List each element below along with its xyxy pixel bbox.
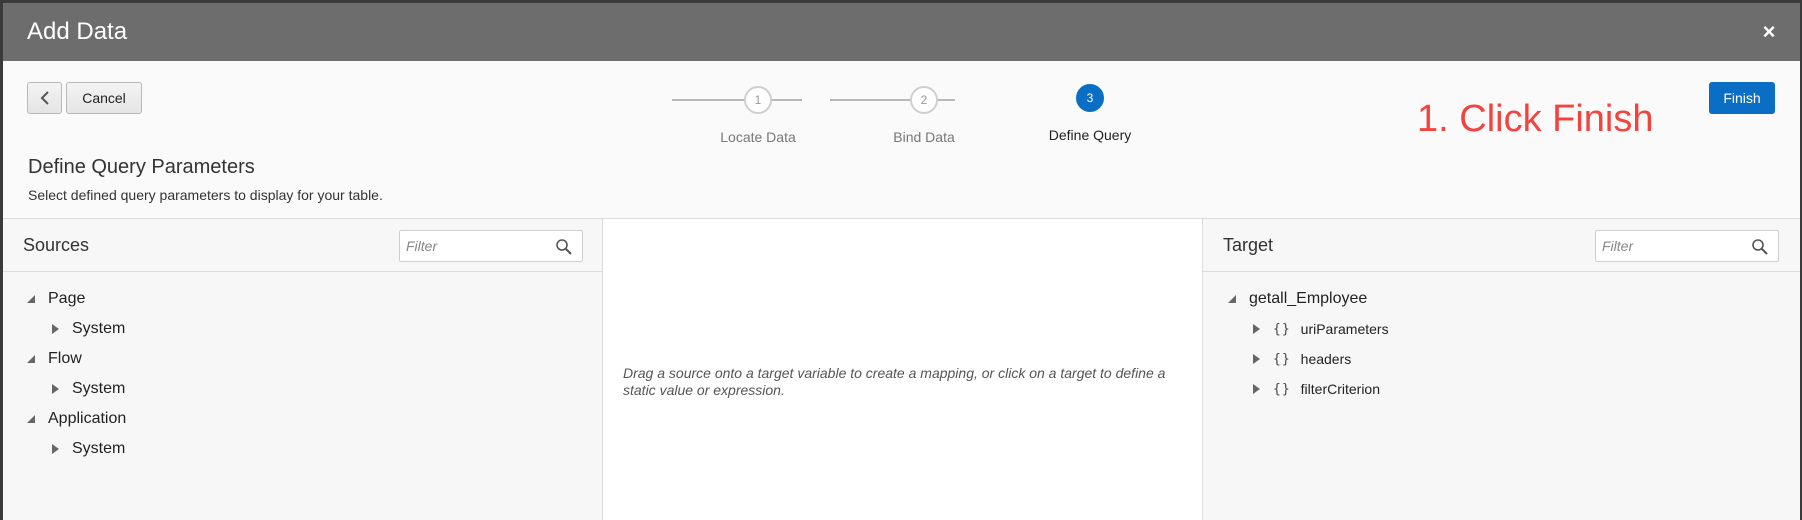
sources-header: Sources: [3, 219, 602, 272]
tree-node-label: headers: [1300, 351, 1352, 367]
annotation-callout: 1. Click Finish: [1417, 98, 1654, 140]
expanded-triangle-icon[interactable]: [26, 414, 36, 424]
section-header: Define Query Parameters Select defined q…: [28, 156, 383, 203]
target-filter: [1595, 230, 1779, 262]
tree-node-label: System: [72, 380, 126, 397]
tree-node-flow-system[interactable]: System: [3, 374, 602, 404]
collapsed-triangle-icon[interactable]: [1251, 324, 1261, 334]
tree-node-label: System: [72, 320, 126, 337]
mapping-canvas[interactable]: Drag a source onto a target variable to …: [603, 219, 1203, 520]
train-connector: [672, 99, 802, 101]
target-panel: Target getall_Employee {} uriParameters: [1203, 219, 1800, 520]
tree-node-uri-parameters[interactable]: {} uriParameters: [1203, 314, 1800, 344]
object-braces-icon: {}: [1273, 351, 1291, 367]
tree-node-flow[interactable]: Flow: [3, 344, 602, 374]
chevron-left-icon: [40, 91, 49, 105]
wizard-toolbar: Cancel 1 2 3 Locate Data Bind Data Defin…: [3, 61, 1800, 156]
tree-node-page[interactable]: Page: [3, 284, 602, 314]
cancel-button[interactable]: Cancel: [66, 82, 142, 114]
sources-tree: Page System Flow System Application Syst…: [3, 272, 602, 464]
tree-node-label: Application: [48, 410, 127, 427]
search-icon[interactable]: [1751, 238, 1769, 256]
target-filter-input[interactable]: [1602, 238, 1742, 254]
tree-node-label: filterCriterion: [1300, 381, 1381, 397]
tree-node-application-system[interactable]: System: [3, 434, 602, 464]
sources-panel: Sources Page System Flow: [3, 219, 603, 520]
train-stop-define-query[interactable]: 3: [1076, 84, 1104, 112]
collapsed-triangle-icon[interactable]: [1251, 384, 1261, 394]
target-tree: getall_Employee {} uriParameters {} head…: [1203, 272, 1800, 404]
tree-node-label: uriParameters: [1300, 321, 1389, 337]
tree-node-label: getall_Employee: [1249, 290, 1368, 307]
close-icon[interactable]: ×: [1760, 21, 1778, 43]
sources-filter: [399, 230, 583, 262]
back-button[interactable]: [27, 82, 62, 114]
sources-title: Sources: [23, 235, 90, 255]
dialog-titlebar: Add Data ×: [3, 3, 1800, 61]
train-label-define-query[interactable]: Define Query: [1049, 127, 1131, 143]
train-label-locate-data[interactable]: Locate Data: [720, 129, 796, 145]
dialog-title: Add Data: [27, 18, 128, 45]
finish-button[interactable]: Finish: [1709, 82, 1775, 114]
train-stop-bind-data[interactable]: 2: [910, 86, 938, 114]
tree-node-label: System: [72, 440, 126, 457]
tree-node-getall-employee[interactable]: getall_Employee: [1203, 284, 1800, 314]
tree-node-label: Page: [48, 290, 86, 307]
section-title: Define Query Parameters: [28, 156, 255, 178]
search-icon[interactable]: [555, 238, 573, 256]
expanded-triangle-icon[interactable]: [26, 294, 36, 304]
expanded-triangle-icon[interactable]: [1227, 294, 1237, 304]
train-stop-locate-data[interactable]: 1: [744, 86, 772, 114]
collapsed-triangle-icon[interactable]: [50, 324, 60, 334]
collapsed-triangle-icon[interactable]: [50, 384, 60, 394]
collapsed-triangle-icon[interactable]: [1251, 354, 1261, 364]
object-braces-icon: {}: [1273, 381, 1291, 397]
tree-node-application[interactable]: Application: [3, 404, 602, 434]
target-header: Target: [1203, 219, 1800, 272]
target-title: Target: [1223, 235, 1274, 255]
mapping-hint: Drag a source onto a target variable to …: [623, 365, 1166, 398]
tree-node-filter-criterion[interactable]: {} filterCriterion: [1203, 374, 1800, 404]
sources-filter-input[interactable]: [406, 238, 546, 254]
mapper-panels: Sources Page System Flow: [3, 218, 1800, 520]
object-braces-icon: {}: [1273, 321, 1291, 337]
tree-node-headers[interactable]: {} headers: [1203, 344, 1800, 374]
collapsed-triangle-icon[interactable]: [50, 444, 60, 454]
section-subtitle: Select defined query parameters to displ…: [28, 187, 383, 203]
tree-node-label: Flow: [48, 350, 82, 367]
train-label-bind-data[interactable]: Bind Data: [893, 129, 954, 145]
tree-node-page-system[interactable]: System: [3, 314, 602, 344]
add-data-dialog: Add Data × Cancel 1 2 3 Locate Data Bind…: [3, 3, 1800, 520]
expanded-triangle-icon[interactable]: [26, 354, 36, 364]
